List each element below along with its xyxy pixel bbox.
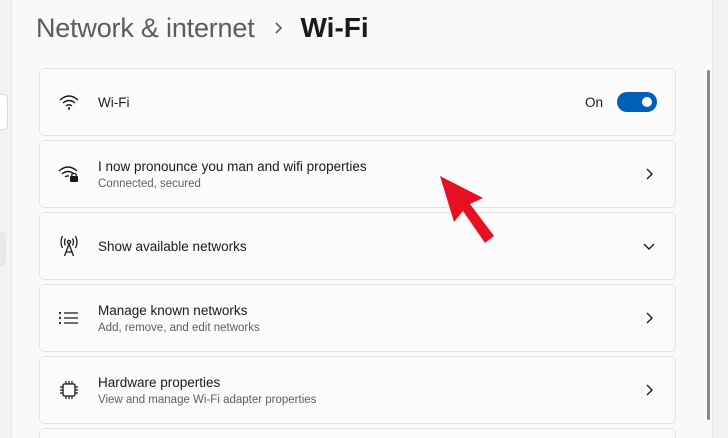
wifi-lock-icon [56,161,82,187]
network-name: I now pronounce you man and wifi propert… [98,158,367,174]
breadcrumb-parent[interactable]: Network & internet [36,13,255,44]
antenna-icon [56,233,82,259]
hardware-properties-card[interactable]: Hardware properties View and manage Wi-F… [39,356,676,424]
hardware-properties-description: View and manage Wi-Fi adapter properties [98,393,317,406]
wifi-icon [56,89,82,115]
show-available-networks-label: Show available networks [98,238,247,254]
next-settings-card[interactable] [39,428,676,438]
manage-known-networks-card[interactable]: Manage known networks Add, remove, and e… [39,284,676,352]
manage-known-networks-description: Add, remove, and edit networks [98,321,260,334]
page-title: Wi-Fi [300,12,369,43]
list-icon [56,305,82,331]
toggle-knob [642,97,652,107]
wifi-toggle-state: On [584,94,603,110]
annotation-arrow-icon [440,176,494,243]
hardware-properties-label: Hardware properties [98,374,221,390]
chevron-right-icon [639,308,659,328]
breadcrumb-chevron-icon [273,21,285,35]
scrollbar-thumb[interactable] [707,70,710,420]
sidebar-edge [0,0,10,438]
wifi-label: Wi-Fi [98,94,130,110]
chip-icon [56,377,82,403]
sidebar-selected-item[interactable] [0,232,6,266]
chevron-down-icon[interactable] [639,236,659,256]
show-available-networks-card[interactable]: Show available networks [39,212,676,280]
manage-known-networks-label: Manage known networks [98,302,248,318]
settings-window: Network & internet Wi-Fi Wi-Fi On I now … [0,0,728,438]
breadcrumb: Network & internet Wi-Fi [36,12,369,44]
chevron-right-icon [639,164,659,184]
chevron-right-icon [639,380,659,400]
sidebar-search-box[interactable] [0,94,8,130]
wifi-toggle-card: Wi-Fi On [39,68,676,136]
network-properties-card[interactable]: I now pronounce you man and wifi propert… [39,140,676,208]
network-status: Connected, secured [98,177,201,190]
wifi-toggle-switch[interactable] [617,92,657,112]
content-pane: Network & internet Wi-Fi Wi-Fi On I now … [11,0,713,438]
